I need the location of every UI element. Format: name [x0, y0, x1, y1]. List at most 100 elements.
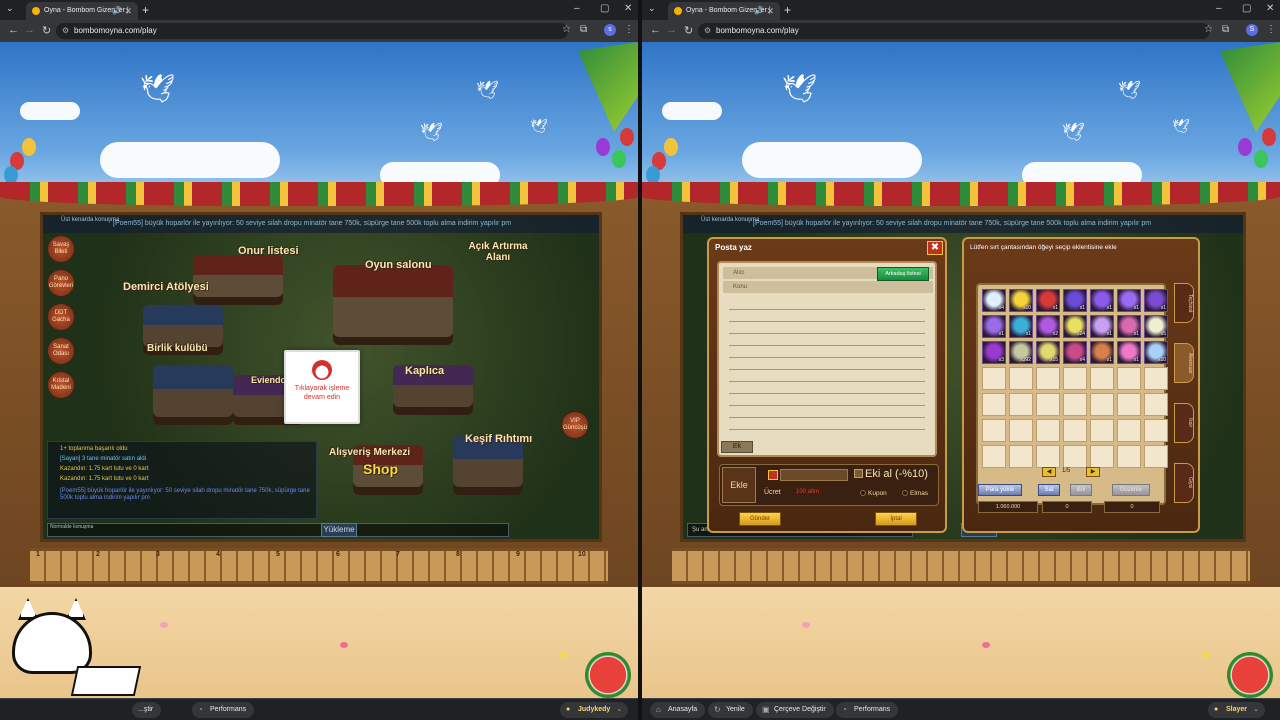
inventory-slot-empty[interactable]	[1036, 367, 1060, 390]
map-label[interactable]: Onur listesi	[238, 245, 299, 257]
site-info-icon[interactable]: ⚙	[62, 23, 69, 39]
split-button[interactable]: Böl	[1070, 484, 1092, 496]
tab-equipment[interactable]: Teçhizat	[1174, 283, 1194, 323]
inventory-slot-empty[interactable]	[982, 419, 1006, 442]
inventory-item[interactable]: x4	[982, 289, 1006, 312]
inventory-slot-empty[interactable]	[1117, 419, 1141, 442]
attachment-slot[interactable]	[780, 469, 848, 481]
inventory-slot-empty[interactable]	[1117, 393, 1141, 416]
inventory-item[interactable]: x1	[1117, 341, 1141, 364]
send-button[interactable]: Gönder	[739, 512, 781, 526]
close-window-icon[interactable]: ✕	[624, 3, 632, 14]
menu-icon[interactable]: ⋮	[1266, 24, 1276, 35]
side-button[interactable]: Pano Görevleri	[47, 269, 75, 297]
performance-button[interactable]: ◔ Performans	[836, 702, 899, 718]
continue-popup[interactable]: Tıklayarak işleme devam edin	[284, 350, 360, 424]
inventory-slot-empty[interactable]	[982, 445, 1006, 468]
minimize-icon[interactable]: –	[1216, 3, 1222, 14]
inventory-slot-empty[interactable]	[1090, 393, 1114, 416]
side-button[interactable]: Kristal Madeni	[47, 371, 75, 399]
inventory-slot-empty[interactable]	[1063, 367, 1087, 390]
attachment-slot-icon[interactable]	[768, 470, 778, 480]
inventory-slot-empty[interactable]	[1036, 445, 1060, 468]
close-tab-icon[interactable]: ✕	[766, 2, 774, 20]
inventory-item[interactable]: x5	[1144, 315, 1168, 338]
inventory-slot-empty[interactable]	[1063, 419, 1087, 442]
inventory-item[interactable]: x3	[982, 341, 1006, 364]
tab-potion[interactable]: İksir	[1174, 403, 1194, 443]
map-label[interactable]: Alışveriş Merkezi	[329, 447, 410, 458]
inventory-slot-empty[interactable]	[1117, 367, 1141, 390]
site-info-icon[interactable]: ⚙	[704, 23, 711, 39]
minimize-icon[interactable]: –	[574, 3, 580, 14]
speaker-icon[interactable]: 🔊	[754, 2, 764, 20]
sell-button[interactable]: Sat	[1038, 484, 1060, 496]
close-button[interactable]: ✖	[927, 241, 943, 255]
address-bar[interactable]: ⚙ bombomoyna.com/play	[698, 23, 1210, 39]
prev-page-button[interactable]: ◀	[1042, 467, 1056, 477]
bottom-chip[interactable]: ...ştir	[132, 702, 162, 718]
map-label[interactable]: Demirci Atölyesi	[123, 281, 209, 293]
load-money-button[interactable]: Para yükle	[978, 484, 1022, 496]
chat-input[interactable]: Normalde konuşma	[47, 523, 509, 537]
vip-badge[interactable]: VIP Güncüşü	[561, 411, 589, 439]
inventory-item[interactable]: x1	[1117, 289, 1141, 312]
inventory-slot-empty[interactable]	[1009, 419, 1033, 442]
inventory-slot-empty[interactable]	[1144, 367, 1168, 390]
inventory-slot-empty[interactable]	[982, 367, 1006, 390]
extensions-icon[interactable]: ⧉	[580, 24, 587, 35]
new-tab-icon[interactable]: +	[784, 3, 791, 17]
load-button[interactable]: Yükleme	[321, 523, 357, 537]
inventory-item[interactable]: x1	[982, 315, 1006, 338]
inventory-slot-empty[interactable]	[1090, 367, 1114, 390]
attachment-tab[interactable]: Ek	[721, 441, 753, 453]
user-chip[interactable]: ● Judykedy ⌄	[560, 702, 629, 718]
map-label[interactable]: Oyun salonu	[365, 259, 432, 271]
browser-tab[interactable]: Oyna - Bombom Gizemler | 🔊 ✕	[668, 2, 780, 20]
inventory-item[interactable]: x392	[1009, 341, 1033, 364]
tab-clothing[interactable]: Giysi	[1174, 463, 1194, 503]
profile-avatar[interactable]: s	[604, 24, 616, 36]
arrange-button[interactable]: Düzenle	[1112, 484, 1150, 496]
coupon-radio[interactable]: Kupon	[860, 490, 887, 497]
tab-accessory[interactable]: Aksesuar	[1174, 343, 1194, 383]
map-label[interactable]: Açık Artırma Alanı	[463, 241, 533, 263]
inventory-item[interactable]: x2	[1036, 315, 1060, 338]
inventory-item[interactable]: x15	[1036, 341, 1060, 364]
inventory-slot-empty[interactable]	[1009, 367, 1033, 390]
inventory-item[interactable]: x1	[1009, 315, 1033, 338]
reload-icon[interactable]: ↻	[684, 24, 693, 37]
inventory-slot-empty[interactable]	[1090, 445, 1114, 468]
side-button[interactable]: Sanat Odası	[47, 337, 75, 365]
performance-button[interactable]: ◔ Performans	[192, 702, 255, 718]
close-tab-icon[interactable]: ✕	[124, 2, 132, 20]
inventory-slot-empty[interactable]	[1090, 419, 1114, 442]
inventory-slot-empty[interactable]	[1036, 393, 1060, 416]
profile-avatar[interactable]: S	[1246, 24, 1258, 36]
browser-tab[interactable]: Oyna - Bombom Gizemler | 🔊 ✕	[26, 2, 138, 20]
map-label[interactable]: Birlik kulübü	[147, 343, 208, 354]
change-frame-button[interactable]: ▣ Çerçeve Değiştir	[756, 702, 834, 718]
friends-list-button[interactable]: Arkadaş listesi	[877, 267, 929, 281]
inventory-slot-empty[interactable]	[982, 393, 1006, 416]
inventory-item[interactable]: x1	[1144, 289, 1168, 312]
home-button[interactable]: ⌂ Anasayfa	[650, 702, 706, 718]
collect-attachment-checkbox[interactable]: Eki al (-%10)	[854, 468, 928, 480]
reload-icon[interactable]: ↻	[42, 24, 51, 37]
inventory-slot-empty[interactable]	[1063, 393, 1087, 416]
map-label[interactable]: Eviendo	[251, 375, 286, 385]
tab-search-icon[interactable]: ⌄	[648, 3, 656, 14]
subject-field[interactable]: Konu	[723, 281, 933, 293]
inventory-slot-empty[interactable]	[1063, 445, 1087, 468]
map-label[interactable]: Kaplıca	[405, 365, 444, 377]
new-tab-icon[interactable]: +	[142, 3, 149, 17]
next-page-button[interactable]: ▶	[1086, 467, 1100, 477]
maximize-icon[interactable]: ▢	[1242, 3, 1251, 14]
maximize-icon[interactable]: ▢	[600, 3, 609, 14]
inventory-item[interactable]: x1	[1117, 315, 1141, 338]
forward-icon[interactable]: →	[24, 24, 35, 36]
speaker-icon[interactable]: 🔊	[112, 2, 122, 20]
inventory-slot-empty[interactable]	[1144, 419, 1168, 442]
bookmark-star-icon[interactable]: ☆	[1204, 24, 1213, 35]
diamond-radio[interactable]: Elmas	[902, 490, 928, 497]
